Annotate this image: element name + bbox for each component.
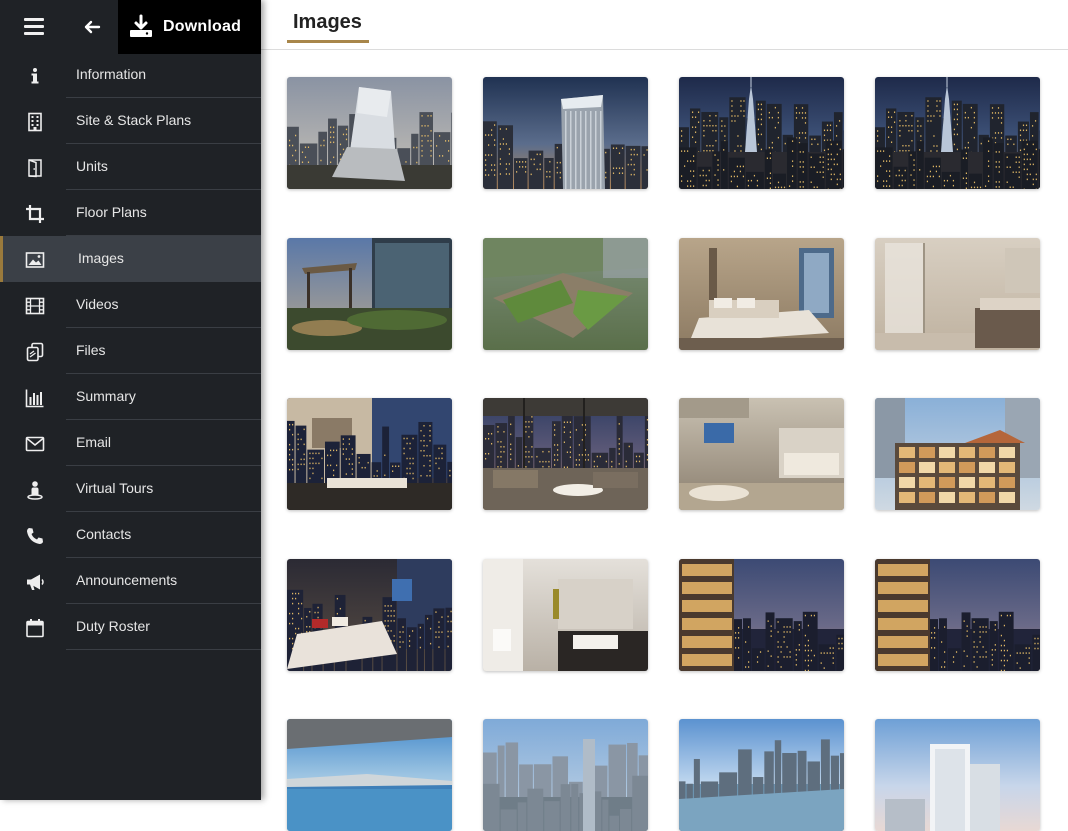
sidebar-item-label: Contacts — [76, 526, 131, 542]
image-thumbnail[interactable] — [483, 238, 648, 350]
person-pin-icon — [25, 480, 45, 500]
sidebar-item-announcements[interactable]: Announcements — [0, 558, 261, 604]
thumbnail-image — [483, 719, 648, 831]
image-thumbnail[interactable] — [287, 238, 452, 350]
thumbnail-image — [287, 398, 452, 510]
image-thumbnail[interactable] — [287, 719, 452, 831]
thumbnail-image — [679, 238, 844, 350]
image-thumbnail[interactable] — [287, 398, 452, 510]
download-icon — [128, 14, 154, 40]
sidebar-item-site-stack-plans[interactable]: Site & Stack Plans — [0, 98, 261, 144]
sidebar-item-label: Floor Plans — [76, 204, 147, 220]
sidebar-nav: Information Site & Stack Plans Units — [0, 52, 261, 650]
thumbnail-image — [875, 77, 1040, 189]
bar-chart-icon — [25, 388, 45, 408]
sidebar: Download Information Site & Stack Plans — [0, 0, 261, 800]
image-thumbnail[interactable] — [875, 398, 1040, 510]
thumbnail-image — [287, 719, 452, 831]
sidebar-item-label: Units — [76, 158, 108, 174]
sidebar-item-label: Images — [78, 250, 124, 266]
image-thumbnail[interactable] — [679, 559, 844, 671]
image-icon — [25, 250, 45, 270]
building-icon — [25, 112, 45, 132]
sidebar-item-contacts[interactable]: Contacts — [0, 512, 261, 558]
image-thumbnail[interactable] — [875, 719, 1040, 831]
page-header: Images — [261, 0, 1068, 50]
sidebar-item-label: Information — [76, 66, 146, 82]
main-content: Images — [261, 0, 1068, 800]
image-thumbnail[interactable] — [875, 559, 1040, 671]
sidebar-item-summary[interactable]: Summary — [0, 374, 261, 420]
menu-icon[interactable] — [24, 18, 44, 36]
image-thumbnail[interactable] — [679, 238, 844, 350]
sidebar-topbar: Download — [0, 0, 261, 54]
thumbnail-image — [875, 398, 1040, 510]
sidebar-item-duty-roster[interactable]: Duty Roster — [0, 604, 261, 650]
image-thumbnail[interactable] — [483, 398, 648, 510]
calendar-icon — [25, 618, 45, 638]
megaphone-icon — [25, 572, 45, 592]
thumbnail-image — [483, 398, 648, 510]
download-label: Download — [163, 18, 241, 36]
phone-icon — [25, 526, 45, 546]
thumbnail-image — [679, 559, 844, 671]
thumbnail-image — [679, 77, 844, 189]
image-thumbnail[interactable] — [483, 719, 648, 831]
sidebar-item-virtual-tours[interactable]: Virtual Tours — [0, 466, 261, 512]
back-arrow-icon[interactable] — [80, 14, 104, 40]
sidebar-item-label: Duty Roster — [76, 618, 150, 634]
door-icon — [25, 158, 45, 178]
thumbnail-image — [483, 559, 648, 671]
sidebar-item-files[interactable]: Files — [0, 328, 261, 374]
sidebar-item-email[interactable]: Email — [0, 420, 261, 466]
sidebar-item-floor-plans[interactable]: Floor Plans — [0, 190, 261, 236]
thumbnail-image — [287, 238, 452, 350]
info-icon — [25, 66, 45, 86]
envelope-icon — [25, 434, 45, 454]
film-icon — [25, 296, 45, 316]
sidebar-item-label: Files — [76, 342, 106, 358]
image-thumbnail[interactable] — [679, 77, 844, 189]
title-underline — [287, 40, 369, 43]
thumbnail-image — [679, 719, 844, 831]
image-thumbnail[interactable] — [483, 559, 648, 671]
thumbnail-image — [483, 77, 648, 189]
image-thumbnail[interactable] — [679, 398, 844, 510]
sidebar-item-label: Virtual Tours — [76, 480, 153, 496]
image-thumbnail[interactable] — [287, 77, 452, 189]
sidebar-item-images[interactable]: Images — [0, 236, 261, 282]
files-icon — [25, 342, 45, 362]
thumbnail-image — [875, 559, 1040, 671]
thumbnail-image — [875, 238, 1040, 350]
image-thumbnail[interactable] — [483, 77, 648, 189]
sidebar-item-information[interactable]: Information — [0, 52, 261, 98]
thumbnail-image — [287, 559, 452, 671]
divider — [66, 649, 261, 650]
crop-icon — [25, 204, 45, 224]
sidebar-item-videos[interactable]: Videos — [0, 282, 261, 328]
sidebar-item-units[interactable]: Units — [0, 144, 261, 190]
sidebar-item-label: Summary — [76, 388, 136, 404]
thumbnail-image — [679, 398, 844, 510]
image-thumbnail[interactable] — [875, 238, 1040, 350]
sidebar-item-label: Videos — [76, 296, 119, 312]
download-button[interactable]: Download — [118, 0, 261, 54]
sidebar-item-label: Site & Stack Plans — [76, 112, 191, 128]
thumbnail-image — [875, 719, 1040, 831]
thumbnail-image — [483, 238, 648, 350]
image-thumbnail[interactable] — [287, 559, 452, 671]
sidebar-item-label: Announcements — [76, 572, 177, 588]
sidebar-item-label: Email — [76, 434, 111, 450]
page-title: Images — [293, 11, 362, 34]
image-thumbnail[interactable] — [875, 77, 1040, 189]
thumbnail-image — [287, 77, 452, 189]
image-thumbnail[interactable] — [679, 719, 844, 831]
